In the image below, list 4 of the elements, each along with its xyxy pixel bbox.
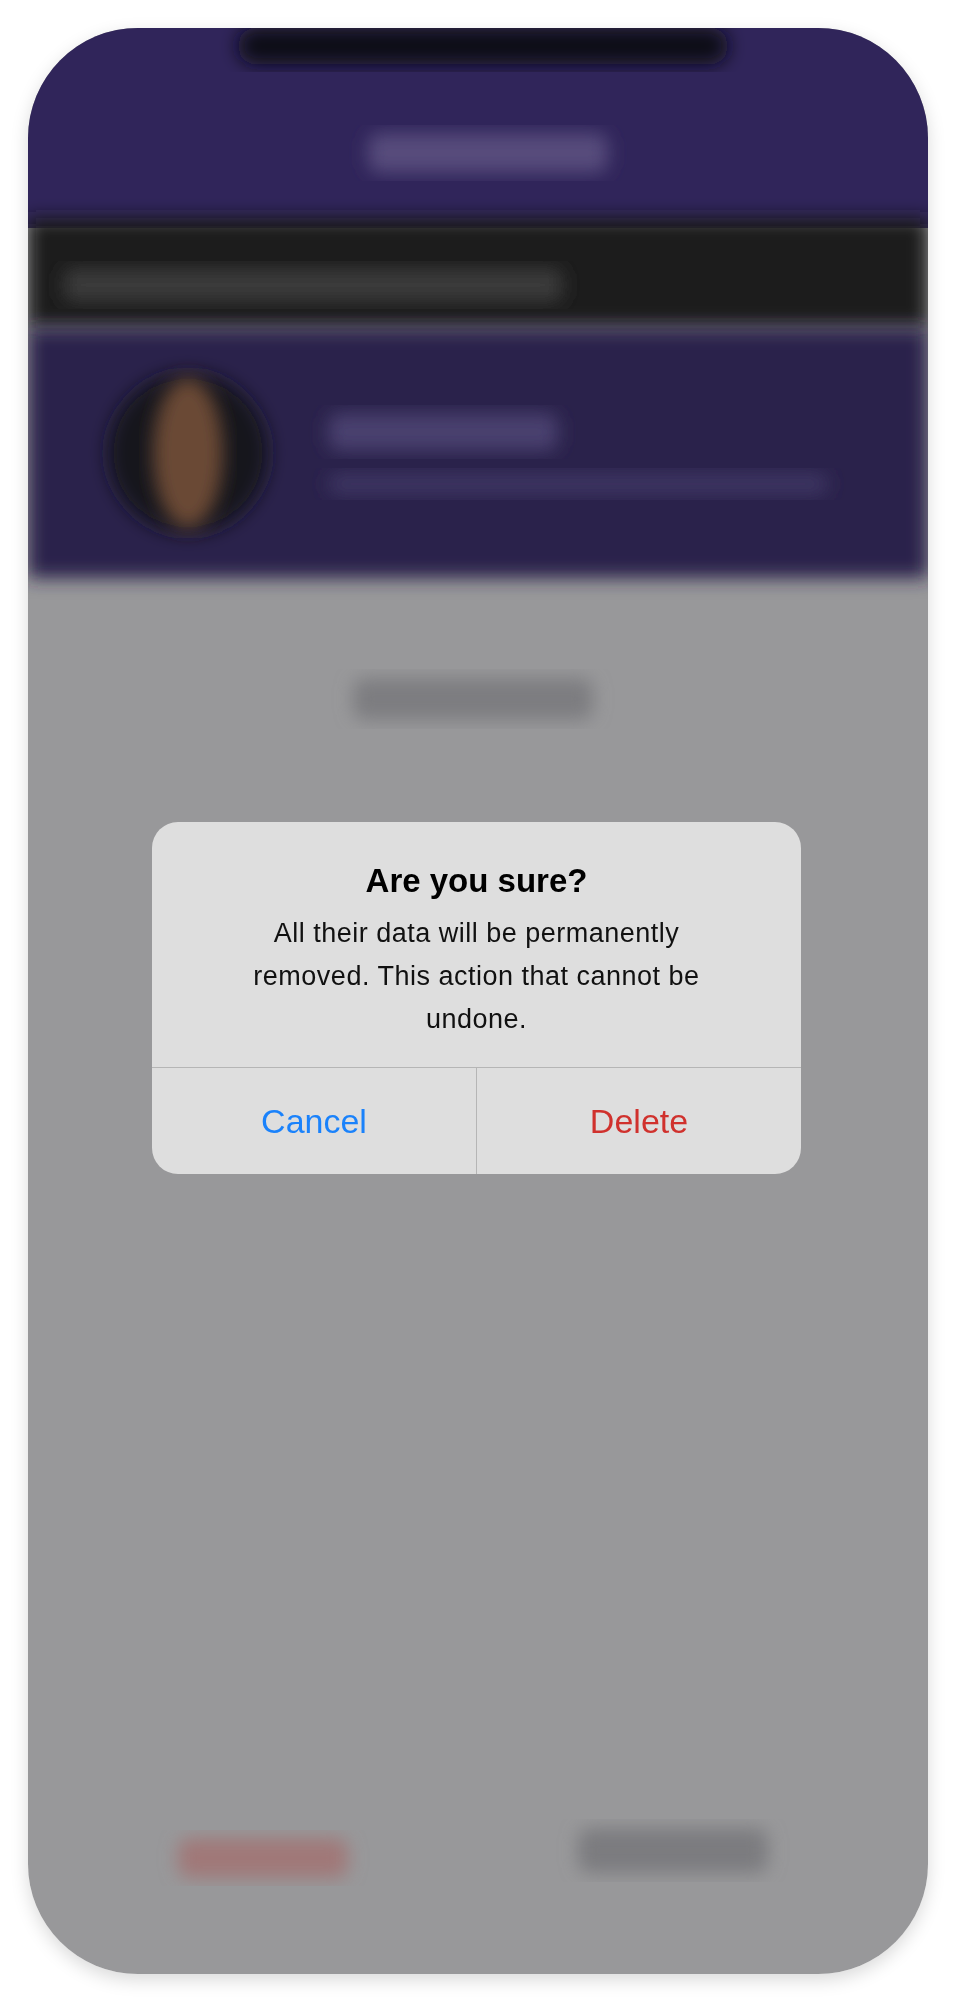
cancel-button[interactable]: Cancel bbox=[152, 1068, 476, 1174]
dialog-title: Are you sure? bbox=[364, 862, 589, 900]
delete-button[interactable]: Delete bbox=[476, 1068, 801, 1174]
dialog-message: All their data will be permanently removed. This action that cannot be undone. bbox=[252, 917, 701, 1036]
